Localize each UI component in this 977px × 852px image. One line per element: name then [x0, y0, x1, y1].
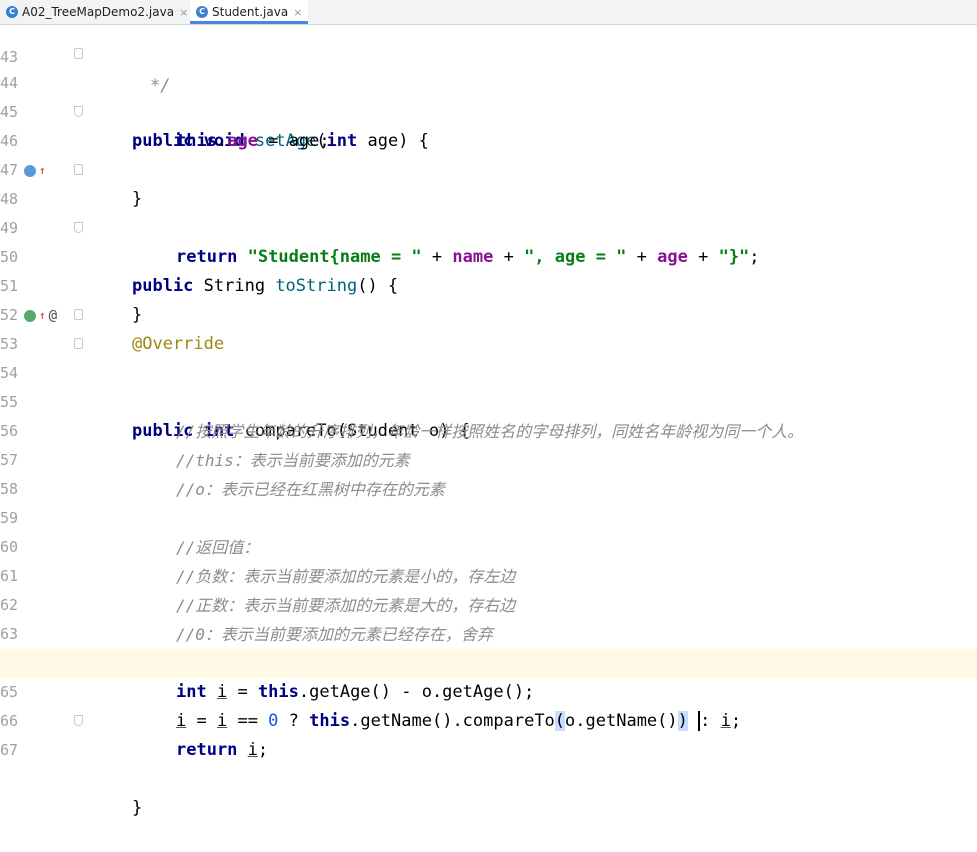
fold-icon[interactable]: [74, 338, 83, 349]
code-line: 62 //0：表示当前要添加的元素已经存在，舍弃: [0, 562, 977, 644]
annotation-at-icon[interactable]: @: [49, 309, 57, 323]
code-text: return i;: [176, 740, 269, 760]
code-line: 54 //按照学生年龄的升序排列，年龄一样按照姓名的字母排列，同姓名年龄视为同一…: [0, 330, 977, 441]
code-line: 64 int i = this.getAge() - o.getAge();: [0, 620, 977, 702]
code-line: 60 //负数：表示当前要添加的元素是小的，存左边: [0, 504, 977, 586]
code-line: 55: [0, 359, 977, 411]
code-line: 56 //this：表示当前要添加的元素: [0, 388, 977, 470]
code-line: 57 //o：表示已经在红黑树中存在的元素: [0, 417, 977, 499]
code-line: 47: [0, 127, 977, 179]
gutter-markers: ↑: [24, 164, 46, 177]
code-line: 50 }: [0, 214, 977, 325]
code-line: 45 this.age = age;: [0, 69, 977, 151]
code-line: 43 */: [0, 14, 977, 96]
code-line: 67 }: [0, 707, 977, 818]
code-line-current: 65 i = i == 0 ? this.getName().compareTo…: [0, 649, 977, 731]
code-line: 66 return i;: [0, 678, 977, 760]
line-number: 67: [0, 741, 19, 759]
code-line: 48 ↑ public String toString() {: [0, 156, 977, 296]
implement-method-icon[interactable]: [24, 309, 36, 322]
code-line: 49 return "Student{name = " + name + ", …: [0, 185, 977, 267]
fold-end-icon[interactable]: [74, 106, 83, 117]
fold-icon[interactable]: [74, 309, 83, 320]
fold-end-icon[interactable]: [74, 222, 83, 233]
arrow-up-icon[interactable]: ↑: [39, 164, 46, 177]
code-line: 51: [0, 243, 977, 295]
code-line: 44 public void setAge(int age) {: [0, 40, 977, 151]
code-line: 61 //正数：表示当前要添加的元素是大的，存右边: [0, 533, 977, 615]
code-line: 59 //返回值：: [0, 475, 977, 557]
fold-icon[interactable]: [74, 48, 83, 59]
fold-icon[interactable]: [74, 164, 83, 175]
code-text: }: [132, 798, 143, 818]
code-line: 46 }: [0, 98, 977, 209]
code-editor[interactable]: 43 */ 44 public void setAge(int age) { 4…: [0, 0, 977, 818]
override-method-icon[interactable]: [24, 164, 36, 177]
arrow-up-icon[interactable]: ↑: [39, 309, 46, 322]
code-line: 63: [0, 591, 977, 643]
fold-end-icon[interactable]: [74, 715, 83, 726]
code-line: 58: [0, 446, 977, 498]
code-line: 53 ↑ @ public int compareTo(Student o) {: [0, 301, 977, 442]
gutter-markers: ↑ @: [24, 309, 57, 323]
code-line: 52 @Override: [0, 272, 977, 354]
